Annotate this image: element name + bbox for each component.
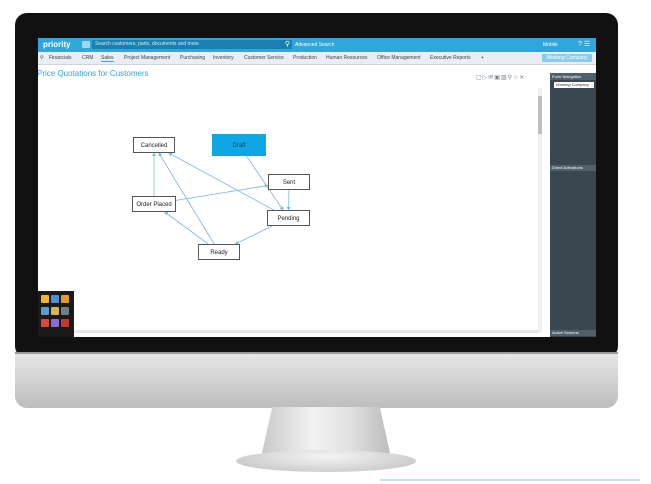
- vertical-scrollbar-thumb[interactable]: [538, 96, 542, 134]
- horizontal-scrollbar[interactable]: [68, 330, 538, 333]
- right-panel: Form Navigation Working Company Direct A…: [550, 73, 596, 337]
- monitor-stand-neck: [262, 407, 390, 453]
- alert-icon[interactable]: [41, 319, 49, 327]
- working-company-item[interactable]: Working Company: [554, 82, 594, 88]
- direct-activations-header[interactable]: Direct Activations: [550, 165, 596, 171]
- monitor-chin-edge: [15, 352, 618, 354]
- form-navigation-header[interactable]: Form Navigation: [550, 73, 596, 80]
- monitor-chin: [15, 352, 618, 408]
- edge-pending-to-cancelled: [168, 152, 274, 211]
- document-icon[interactable]: [51, 295, 59, 303]
- node-draft[interactable]: Draft: [212, 134, 266, 156]
- floor-reflection: [380, 479, 640, 481]
- active-screens-header[interactable]: Active Screens: [550, 330, 596, 336]
- settings-icon[interactable]: [61, 295, 69, 303]
- search-icon[interactable]: [51, 307, 59, 315]
- working-company-button[interactable]: Working Company: [542, 54, 592, 62]
- node-pending[interactable]: Pending: [267, 210, 310, 226]
- user-name[interactable]: Mobile: [543, 42, 558, 48]
- monitor-stand-foot: [236, 450, 416, 472]
- mail-icon[interactable]: [51, 319, 59, 327]
- edge-order_placed-to-sent: [175, 183, 269, 201]
- folder-icon[interactable]: [41, 295, 49, 303]
- quick-access-widget: [38, 291, 74, 337]
- help-menu-icons[interactable]: ? ☰: [578, 40, 590, 48]
- node-cancelled[interactable]: Cancelled: [133, 137, 175, 153]
- edge-ready-to-order_placed: [164, 211, 209, 245]
- node-ready[interactable]: Ready: [198, 244, 240, 260]
- node-sent[interactable]: Sent: [268, 174, 310, 190]
- app-screen: priority Search customers, parts, docume…: [38, 38, 596, 337]
- report-icon[interactable]: [61, 307, 69, 315]
- calendar-icon[interactable]: [41, 307, 49, 315]
- tool-icon[interactable]: [61, 319, 69, 327]
- node-order-placed[interactable]: Order Placed: [132, 196, 176, 212]
- edge-pending-to-ready: [234, 225, 273, 245]
